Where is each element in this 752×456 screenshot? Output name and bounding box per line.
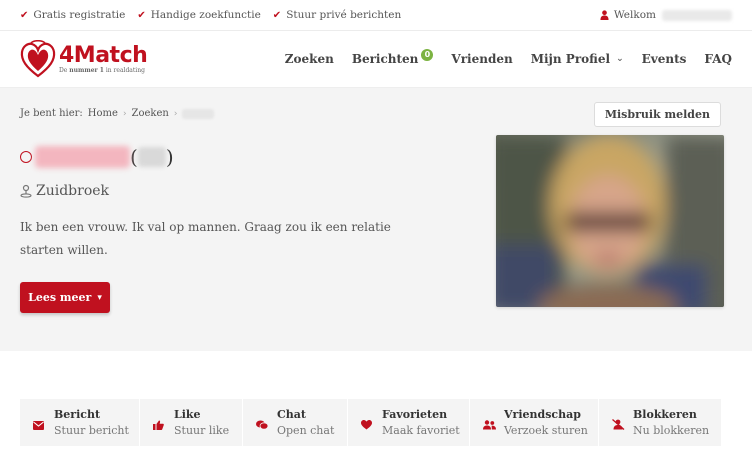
breadcrumb-separator-icon: › (173, 108, 178, 119)
nav-item-search[interactable]: Zoeken (285, 52, 334, 66)
breadcrumb-home[interactable]: Home (88, 108, 118, 119)
action-title: Bericht (54, 408, 101, 421)
action-block[interactable]: Blokkeren Nu blokkeren (599, 399, 721, 446)
header: 4Match De nummer 1 in realdating Zoeken … (0, 31, 752, 88)
action-subtitle: Stuur like (174, 424, 230, 437)
user-icon (600, 10, 609, 20)
logo[interactable]: 4Match De nummer 1 in realdating (20, 40, 148, 78)
brand-tagline: De nummer 1 in realdating (59, 66, 145, 74)
heart-icon (361, 415, 381, 434)
nav-item-events[interactable]: Events (642, 52, 687, 66)
profile-location: Zuidbroek (20, 183, 109, 199)
usp-item: ✔ Stuur privé berichten (273, 9, 401, 21)
paren-open: ( (130, 145, 138, 169)
profile-bio: Ik ben een vrouw. Ik val op mannen. Graa… (20, 220, 391, 257)
action-title: Blokkeren (633, 408, 697, 421)
thumbs-up-icon (153, 415, 173, 434)
action-subtitle: Verzoek sturen (504, 424, 588, 437)
usp-label: Gratis registratie (33, 9, 126, 21)
breadcrumb-search[interactable]: Zoeken (132, 108, 169, 119)
location-pin-icon (20, 184, 32, 198)
breadcrumb-separator-icon: › (122, 108, 127, 119)
nav-item-faq[interactable]: FAQ (704, 52, 732, 66)
nav-item-my-profile[interactable]: Mijn Profiel ⌄ (531, 52, 624, 66)
breadcrumb-prefix: Je bent hier: (20, 108, 83, 119)
messages-count-badge: 0 (421, 49, 434, 61)
action-subtitle: Nu blokkeren (633, 424, 710, 437)
action-chat[interactable]: Chat Open chat (243, 399, 348, 446)
action-friendship[interactable]: Vriendschap Verzoek sturen (470, 399, 599, 446)
welcome-label: Welkom (613, 9, 656, 21)
paren-close: ) (165, 145, 174, 169)
blurred-photo (496, 135, 724, 307)
brand-name: 4Match (59, 42, 148, 68)
welcome-user[interactable]: Welkom (600, 9, 732, 21)
action-title: Vriendschap (504, 408, 581, 421)
nav-item-messages[interactable]: Berichten 0 (352, 49, 434, 66)
read-more-label: Lees meer (28, 291, 92, 304)
action-message[interactable]: Bericht Stuur bericht (20, 399, 140, 446)
profile-actions-bar: Bericht Stuur bericht Like Stuur like Ch… (20, 399, 721, 446)
blurred-username (662, 9, 732, 21)
blurred-age (137, 147, 166, 167)
action-like[interactable]: Like Stuur like (140, 399, 243, 446)
top-bar: ✔ Gratis registratie ✔ Handige zoekfunct… (0, 0, 752, 31)
online-status-icon (20, 151, 32, 163)
heart-logo-icon (20, 40, 56, 78)
usp-item: ✔ Gratis registratie (20, 9, 125, 21)
breadcrumb-current-blurred (182, 108, 215, 119)
check-icon: ✔ (272, 9, 282, 21)
main-nav: Zoeken Berichten 0 Vrienden Mijn Profiel… (267, 49, 732, 66)
profile-name: ( ) (20, 145, 174, 169)
user-block-icon (612, 415, 632, 434)
chat-bubbles-icon (256, 415, 276, 434)
profile-photo[interactable] (496, 135, 724, 307)
breadcrumb: Je bent hier: Home › Zoeken › (20, 108, 215, 119)
action-subtitle: Stuur bericht (54, 424, 129, 437)
usp-label: Handige zoekfunctie (150, 9, 261, 21)
action-title: Like (174, 408, 201, 421)
blurred-username (35, 146, 130, 168)
location-label: Zuidbroek (36, 183, 110, 199)
chevron-down-icon: ▾ (97, 292, 102, 303)
usp-item: ✔ Handige zoekfunctie (137, 9, 260, 21)
envelope-icon (33, 415, 53, 434)
action-favorite[interactable]: Favorieten Maak favoriet (348, 399, 470, 446)
nav-item-friends[interactable]: Vrienden (451, 52, 512, 66)
chevron-down-icon: ⌄ (616, 54, 624, 64)
profile-hero: Je bent hier: Home › Zoeken › Misbruik m… (0, 88, 752, 351)
action-title: Favorieten (382, 408, 448, 421)
report-abuse-button[interactable]: Misbruik melden (593, 102, 721, 127)
users-icon (483, 415, 503, 434)
read-more-button[interactable]: Lees meer ▾ (20, 282, 110, 313)
check-icon: ✔ (20, 9, 29, 21)
usp-label: Stuur privé berichten (286, 9, 402, 21)
action-subtitle: Maak favoriet (382, 424, 460, 437)
action-subtitle: Open chat (277, 424, 335, 437)
action-title: Chat (277, 408, 306, 421)
check-icon: ✔ (137, 9, 146, 21)
